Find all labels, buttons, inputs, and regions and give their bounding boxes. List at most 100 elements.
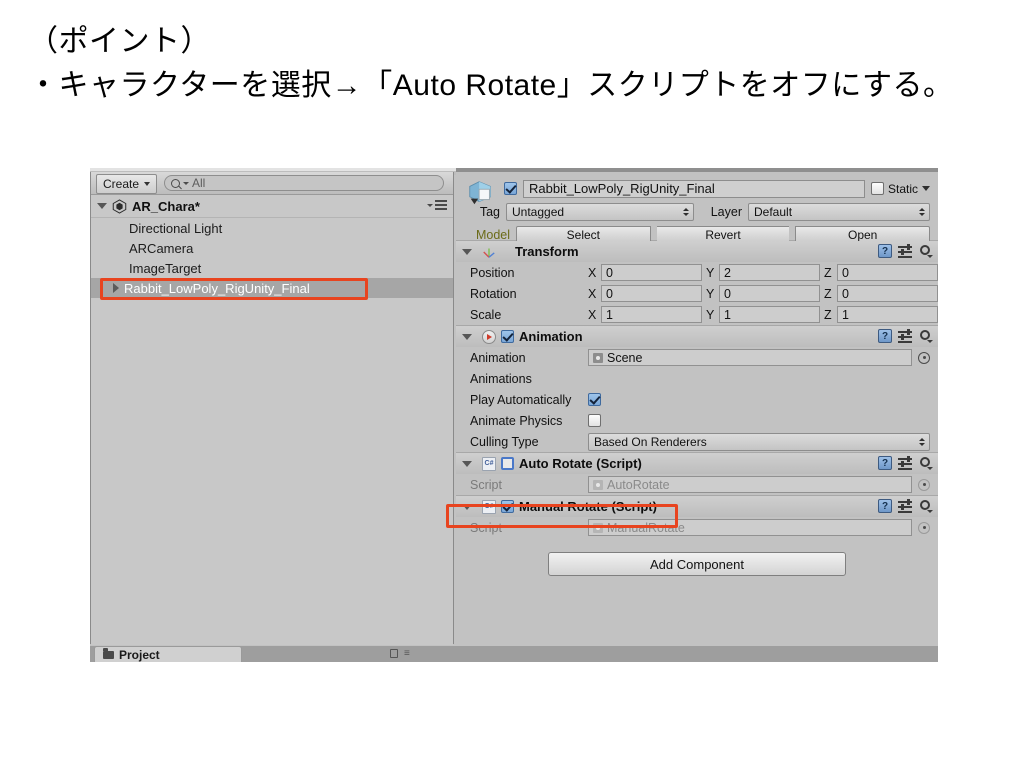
play-automatically-row: Play Automatically: [456, 389, 938, 410]
hierarchy-search-input[interactable]: All: [164, 175, 444, 191]
project-tab[interactable]: Project: [94, 646, 242, 662]
manual-rotate-enabled-checkbox[interactable]: [501, 500, 514, 513]
component-header-manual-rotate[interactable]: C# Manual Rotate (Script) ?: [456, 496, 938, 517]
foldout-triangle-icon[interactable]: [462, 248, 472, 255]
animation-clip-field[interactable]: Scene: [588, 349, 912, 366]
animation-clip-value: Scene: [607, 350, 643, 365]
help-icon[interactable]: ?: [878, 244, 892, 258]
gear-icon[interactable]: [918, 499, 933, 513]
row-label: Position: [470, 265, 515, 280]
help-icon[interactable]: ?: [878, 456, 892, 470]
component-title: Auto Rotate (Script): [519, 456, 642, 471]
component-header-animation[interactable]: Animation ?: [456, 326, 938, 347]
hierarchy-menu-icon[interactable]: [427, 200, 447, 210]
hamburger-icon: [435, 200, 447, 210]
row-label: Animation: [470, 350, 526, 365]
animate-physics-row: Animate Physics: [456, 410, 938, 431]
chevron-down-icon: [144, 182, 151, 186]
object-picker-icon[interactable]: [918, 478, 930, 491]
axis-x-label: X: [588, 286, 597, 301]
gear-icon[interactable]: [918, 244, 933, 258]
axis-y-label: Y: [706, 307, 715, 322]
preset-icon[interactable]: [898, 498, 912, 513]
auto-rotate-script-row: Script AutoRotate: [456, 474, 938, 495]
culling-type-value: Based On Renderers: [594, 434, 707, 449]
auto-rotate-script-field[interactable]: AutoRotate: [588, 476, 912, 493]
row-label: Rotation: [470, 286, 517, 301]
play-automatically-checkbox[interactable]: [588, 393, 601, 406]
chevron-down-icon[interactable]: [922, 186, 930, 191]
scale-z-input[interactable]: 1: [837, 306, 938, 323]
position-y-input[interactable]: 2: [719, 264, 820, 281]
tag-value: Untagged: [512, 204, 565, 219]
tab-strip-left-edge: [90, 168, 456, 171]
hierarchy-item-arcamera[interactable]: ARCamera: [91, 238, 453, 258]
scale-y-input[interactable]: 1: [719, 306, 820, 323]
foldout-triangle-icon[interactable]: [462, 460, 472, 467]
rotation-z-input[interactable]: 0: [837, 285, 938, 302]
animate-physics-checkbox[interactable]: [588, 414, 601, 427]
add-component-area: Add Component: [456, 538, 938, 576]
culling-type-dropdown[interactable]: Based On Renderers: [588, 432, 930, 451]
auto-rotate-enabled-checkbox[interactable]: [501, 457, 514, 470]
chevron-down-icon: [427, 203, 433, 207]
help-icon[interactable]: ?: [878, 499, 892, 513]
hierarchy-item-imagetarget[interactable]: ImageTarget: [91, 258, 453, 278]
manual-rotate-script-field[interactable]: ManualRotate: [588, 519, 912, 536]
static-checkbox[interactable]: [870, 182, 884, 195]
preset-icon[interactable]: [898, 243, 912, 258]
slide-root: （ポイント） ・キャラクターを選択→「Auto Rotate」スクリプトをオフに…: [0, 0, 1024, 768]
layer-dropdown[interactable]: Default: [748, 202, 930, 221]
tab-menu-icon[interactable]: ≡: [404, 648, 411, 659]
row-label: Play Automatically: [470, 392, 572, 407]
animations-foldout-row[interactable]: Animations: [456, 368, 938, 389]
component-title: Animation: [519, 329, 583, 344]
search-placeholder: All: [192, 176, 206, 190]
expand-triangle-icon[interactable]: [113, 283, 119, 293]
tag-label: Tag: [479, 204, 500, 219]
tag-dropdown[interactable]: Untagged: [506, 202, 694, 221]
position-z-input[interactable]: 0: [837, 264, 938, 281]
foldout-triangle-icon[interactable]: [462, 333, 472, 340]
object-picker-icon[interactable]: [918, 521, 930, 534]
preset-icon[interactable]: [898, 455, 912, 470]
gear-icon[interactable]: [918, 456, 933, 470]
rotation-y-input[interactable]: 0: [719, 285, 820, 302]
object-picker-icon[interactable]: [918, 351, 930, 364]
layer-label: Layer: [710, 204, 742, 219]
axis-x-label: X: [588, 307, 597, 322]
manual-rotate-script-value: ManualRotate: [607, 520, 685, 535]
animation-enabled-checkbox[interactable]: [501, 330, 514, 343]
foldout-triangle-icon[interactable]: [97, 203, 107, 209]
component-header-auto-rotate[interactable]: C# Auto Rotate (Script) ?: [456, 453, 938, 474]
object-enabled-checkbox[interactable]: [504, 182, 517, 195]
component-header-transform[interactable]: Transform ?: [456, 241, 938, 262]
foldout-triangle-icon[interactable]: [462, 503, 472, 510]
help-icon[interactable]: ?: [878, 329, 892, 343]
create-button[interactable]: Create: [96, 174, 158, 194]
component-header-icons: ?: [878, 243, 933, 258]
gear-icon[interactable]: [918, 329, 933, 343]
vector3-field: X 0 Y 0 Z 0: [588, 285, 938, 302]
hierarchy-item-rabbit-lowpoly[interactable]: Rabbit_LowPoly_RigUnity_Final: [91, 278, 453, 298]
scene-name-label: AR_Chara*: [132, 198, 200, 214]
row-label: Script: [470, 477, 502, 492]
transform-rotation-row: Rotation X 0 Y 0 Z 0: [456, 283, 938, 304]
preset-icon[interactable]: [898, 328, 912, 343]
vector3-field: X 0 Y 2 Z 0: [588, 264, 938, 281]
hierarchy-scene-row[interactable]: AR_Chara*: [91, 195, 453, 218]
hierarchy-item-label: Rabbit_LowPoly_RigUnity_Final: [124, 280, 310, 296]
hierarchy-item-directional-light[interactable]: Directional Light: [91, 218, 453, 238]
lock-icon[interactable]: [390, 649, 398, 658]
add-component-button[interactable]: Add Component: [548, 552, 846, 576]
rotation-x-input[interactable]: 0: [601, 285, 702, 302]
row-label: Culling Type: [470, 434, 539, 449]
updown-arrows-icon: [683, 207, 689, 216]
culling-type-row: Culling Type Based On Renderers: [456, 431, 938, 452]
caption-line-2: ・キャラクターを選択→「Auto Rotate」スクリプトをオフにする。: [28, 69, 954, 102]
position-x-input[interactable]: 0: [601, 264, 702, 281]
object-name-input[interactable]: Rabbit_LowPoly_RigUnity_Final: [523, 179, 865, 198]
static-control[interactable]: Static: [870, 182, 930, 196]
scale-x-input[interactable]: 1: [601, 306, 702, 323]
animation-icon: [482, 329, 496, 344]
